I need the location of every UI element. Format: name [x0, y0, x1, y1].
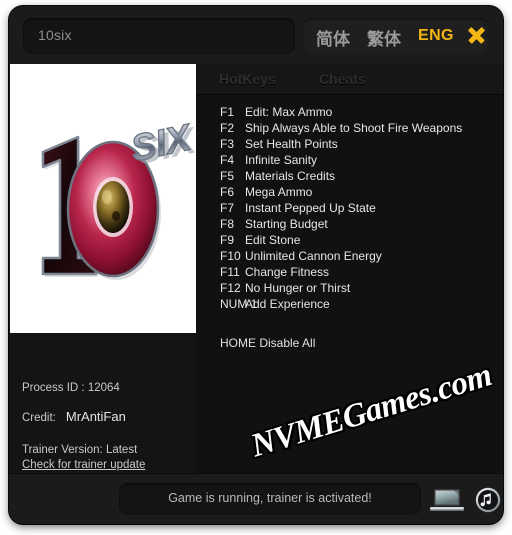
- cheat-hotkey: F2: [220, 121, 235, 135]
- lang-traditional-chinese-button[interactable]: 繁体: [367, 25, 401, 50]
- cheat-hotkey: F3: [220, 137, 235, 151]
- lang-english-button[interactable]: ENG: [418, 27, 454, 45]
- tab-cheats[interactable]: Cheats: [319, 71, 366, 87]
- cheat-row[interactable]: F11 Change Fitness: [196, 265, 503, 281]
- tab-hotkeys[interactable]: HotKeys: [219, 71, 276, 87]
- cheat-label: Instant Pepped Up State: [245, 201, 376, 215]
- cheat-label: Set Health Points: [245, 137, 338, 151]
- check-for-update-link[interactable]: Check for trainer update: [22, 459, 145, 471]
- cheat-label: Ship Always Able to Shoot Fire Weapons: [245, 121, 463, 135]
- game-cover-art: SIX SIX: [10, 64, 196, 333]
- cheat-label: Edit: Max Ammo: [245, 105, 333, 119]
- credit-row: Credit: MrAntiFan: [22, 409, 126, 424]
- cheat-label: Materials Credits: [245, 169, 336, 183]
- cheat-row[interactable]: F2 Ship Always Able to Shoot Fire Weapons: [196, 121, 503, 137]
- cheat-list: F1 Edit: Max Ammo F2 Ship Always Able to Sh…: [196, 95, 503, 473]
- cheat-row[interactable]: F9 Edit Stone: [196, 233, 503, 249]
- language-selector: 简体 繁体 ENG: [303, 18, 489, 54]
- game-title-text: 10six: [38, 27, 72, 43]
- app-root: 10six 简体 繁体 ENG SIX SIX Process ID: 120…: [0, 0, 512, 535]
- status-bar: Game is running, trainer is activated!: [9, 473, 503, 524]
- game-logo: SIX SIX: [41, 115, 196, 280]
- cheat-row[interactable]: F7 Instant Pepped Up State: [196, 201, 503, 217]
- cheat-row[interactable]: F3 Set Health Points: [196, 137, 503, 153]
- credit-label: Credit:: [22, 412, 56, 424]
- monitor-icon[interactable]: [430, 488, 464, 512]
- cheat-row[interactable]: F5 Materials Credits: [196, 169, 503, 185]
- disable-all-label: HOME Disable All: [220, 336, 316, 350]
- cheat-hotkey: F8: [220, 217, 235, 231]
- game-title-field[interactable]: 10six: [23, 18, 295, 54]
- cheat-hotkey: F7: [220, 201, 235, 215]
- cheat-label: Add Experience: [245, 297, 330, 311]
- close-icon[interactable]: [466, 25, 486, 45]
- tab-bar: HotKeys Cheats: [196, 64, 503, 95]
- cheat-label: Infinite Sanity: [245, 153, 318, 167]
- title-bar: 10six 简体 繁体 ENG: [9, 6, 503, 64]
- cheats-panel: HotKeys Cheats F1 Edit: Max Ammo F2 Ship Al…: [196, 64, 503, 473]
- cheat-row[interactable]: F12 No Hunger or Thirst: [196, 281, 503, 297]
- cheat-label: Starting Budget: [245, 217, 328, 231]
- music-note-icon[interactable]: [475, 487, 501, 513]
- cheat-hotkey: F4: [220, 153, 235, 167]
- cheat-hotkey: F9: [220, 233, 235, 247]
- cheat-hotkey: F11: [220, 265, 240, 279]
- trainer-version-label: Trainer Version: Latest: [22, 444, 138, 456]
- process-id-label: Process ID : 12064: [22, 382, 120, 394]
- cheat-row[interactable]: NUM 1 Add Experience: [196, 297, 503, 313]
- cheat-row[interactable]: F10 Unlimited Cannon Energy: [196, 249, 503, 265]
- cheat-row[interactable]: F1 Edit: Max Ammo: [196, 105, 503, 121]
- trainer-window: 10six 简体 繁体 ENG SIX SIX Process ID: 120…: [9, 6, 503, 524]
- cheat-hotkey: F12: [220, 281, 241, 295]
- cheat-label: No Hunger or Thirst: [245, 281, 351, 295]
- status-message: Game is running, trainer is activated!: [168, 491, 372, 505]
- cheat-row[interactable]: F4 Infinite Sanity: [196, 153, 503, 169]
- status-field: Game is running, trainer is activated!: [119, 483, 421, 515]
- cheat-label: Mega Ammo: [245, 185, 313, 199]
- cheat-hotkey: F1: [220, 105, 235, 119]
- cheat-label: Unlimited Cannon Energy: [245, 249, 382, 263]
- cheat-hotkey: F6: [220, 185, 235, 199]
- cheat-label: Edit Stone: [245, 233, 301, 247]
- cheat-row[interactable]: F8 Starting Budget: [196, 217, 503, 233]
- cheat-row[interactable]: F6 Mega Ammo: [196, 185, 503, 201]
- credit-name: MrAntiFan: [65, 409, 126, 424]
- info-panel: Process ID : 12064 Credit: MrAntiFan Trai…: [9, 333, 196, 473]
- cheat-hotkey: F5: [220, 169, 235, 183]
- cheat-label: Change Fitness: [245, 265, 330, 279]
- lang-simplified-chinese-button[interactable]: 简体: [316, 25, 350, 50]
- cheat-hotkey: F10: [220, 249, 241, 263]
